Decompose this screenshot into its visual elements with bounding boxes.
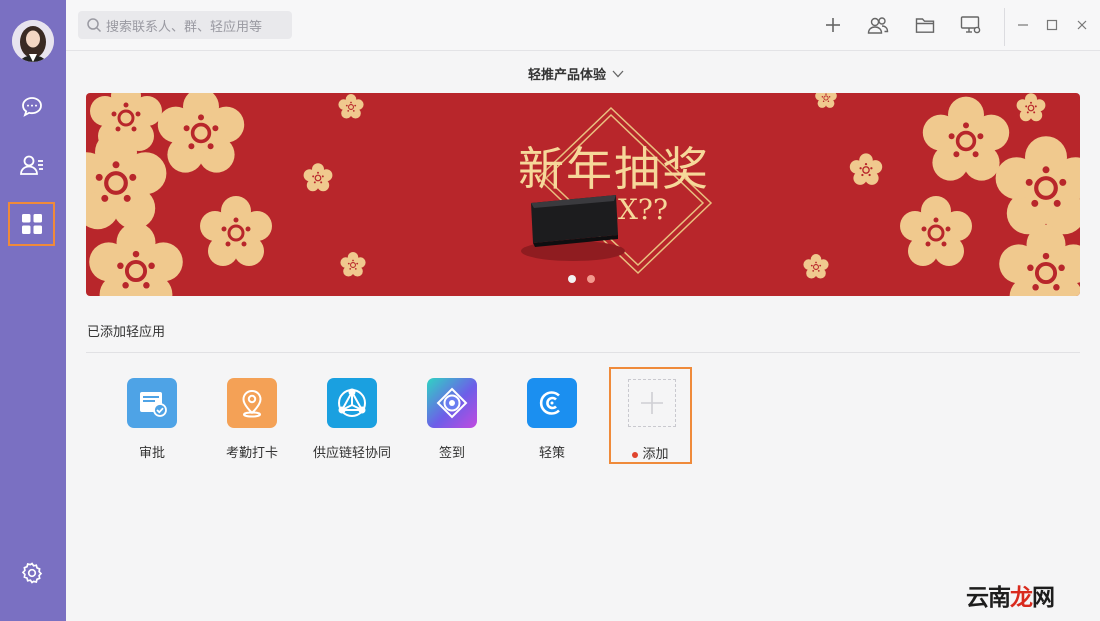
watermark-part3: 网 [1032,585,1055,611]
app-supply-chain[interactable]: 供应链轻协同 [302,378,402,461]
app-label: 考勤打卡 [225,446,278,461]
app-label: 签到 [438,446,465,461]
watermark-part1: 云南 [966,585,1011,611]
close-icon [1077,20,1087,30]
avatar[interactable] [12,20,54,62]
maximize-icon [1046,19,1058,31]
add-app-button[interactable]: 添加 [609,367,692,464]
app-approval[interactable]: 审批 [102,378,202,461]
search-icon [87,18,102,33]
carousel-dot[interactable] [587,275,595,283]
checkin-icon [427,378,477,428]
search-placeholder: 搜索联系人、群、轻应用等 [106,19,263,35]
apps-grid-icon [21,214,42,234]
settings-nav[interactable] [9,552,55,594]
qingce-icon [527,378,577,428]
approval-icon [127,378,177,428]
section-title: 已添加轻应用 [87,325,166,340]
product-selector-label: 轻推产品体验 [528,68,607,83]
messages-nav[interactable] [9,86,55,128]
banner-prize-text: X?? [618,193,668,226]
close-button[interactable] [1072,15,1092,35]
gear-icon [21,562,43,584]
add-app-label: 添加 [642,447,669,462]
app-label: 轻策 [538,446,565,461]
watermark: 云南龙网 [966,578,1055,612]
apps-nav[interactable] [8,202,55,246]
search-input[interactable]: 搜索联系人、群、轻应用等 [78,11,292,39]
plus-icon [641,392,663,414]
maximize-button[interactable] [1042,15,1062,35]
group-icon [867,17,889,34]
plus-icon [826,18,840,32]
add-button[interactable] [821,13,845,37]
chat-bubble-icon [22,97,42,117]
carousel-dots [568,275,595,283]
contacts-nav[interactable] [9,144,55,186]
watermark-part2: 龙 [1010,585,1033,611]
sidebar [0,0,66,621]
app-checkin[interactable]: 签到 [402,378,502,461]
folder-icon [915,18,935,33]
top-bar: 搜索联系人、群、轻应用等 [66,0,1100,51]
files-button[interactable] [913,13,937,37]
group-button[interactable] [866,13,890,37]
add-app-tile [628,379,676,427]
minimize-icon [1018,24,1028,26]
product-selector[interactable]: 轻推产品体验 [528,64,624,83]
location-pin-icon [227,378,277,428]
promo-banner[interactable]: 新年抽奖 X?? [86,93,1080,296]
new-indicator-dot [632,451,639,458]
tv-box-image [521,195,625,261]
window-controls-divider [1004,8,1005,46]
app-label: 审批 [138,446,165,461]
minimize-button[interactable] [1013,15,1033,35]
contacts-icon [20,155,43,175]
app-qingce[interactable]: 轻策 [502,378,602,461]
monitor-settings-icon [960,16,981,34]
section-divider [86,352,1080,353]
supply-chain-icon [327,378,377,428]
chevron-down-icon [612,70,624,77]
add-app-label-row: 添加 [611,443,690,462]
banner-headline: 新年抽奖 [518,142,710,196]
carousel-dot[interactable] [568,275,576,283]
screen-button[interactable] [959,13,983,37]
app-label: 供应链轻协同 [312,446,391,461]
app-attendance[interactable]: 考勤打卡 [202,378,302,461]
